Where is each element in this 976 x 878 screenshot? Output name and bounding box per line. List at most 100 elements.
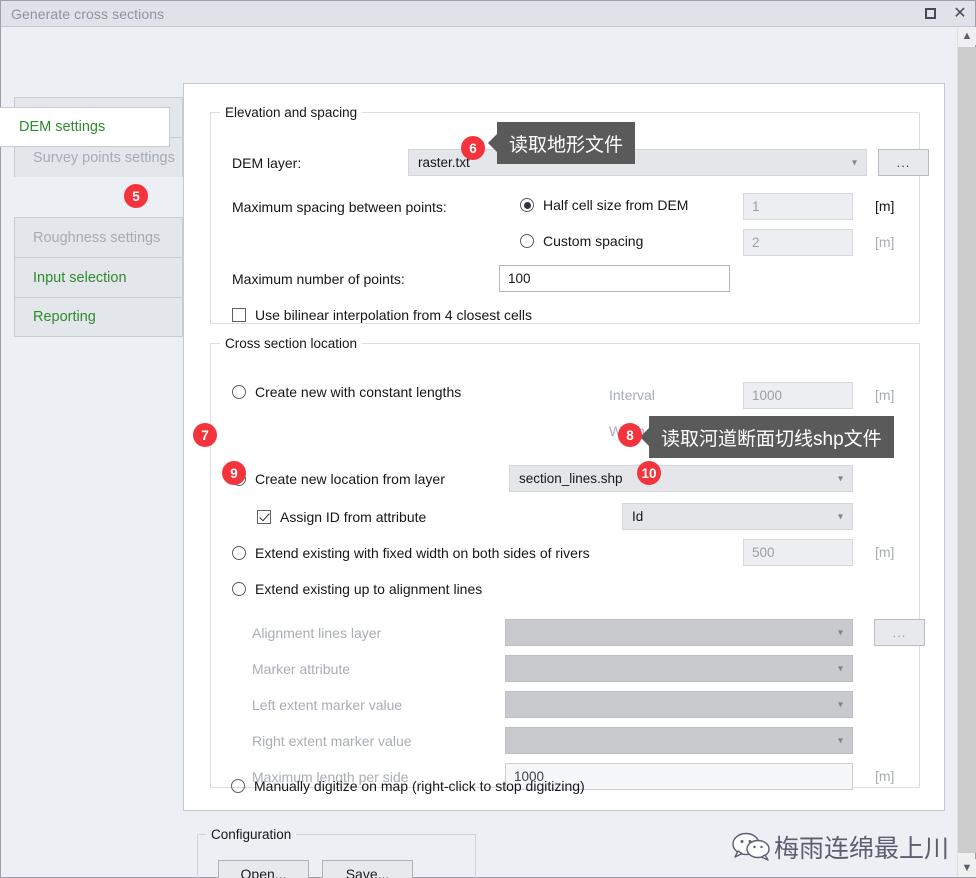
- bilinear-checkbox-row[interactable]: Use bilinear interpolation from 4 closes…: [232, 307, 532, 323]
- section-layer-value: section_lines.shp: [519, 471, 623, 486]
- extend-fixed-radio[interactable]: [232, 546, 246, 560]
- section-layer-tooltip-text: 读取河道断面切线shp文件: [661, 428, 882, 450]
- sidebar-selected-slot: [14, 177, 183, 217]
- alignment-layer-browse-button[interactable]: ...: [874, 619, 925, 646]
- save-label: Save...: [345, 865, 390, 878]
- manual-digitize-radio-row[interactable]: Manually digitize on map (right-click to…: [231, 778, 585, 794]
- chevron-down-icon: ▾: [837, 735, 843, 746]
- configuration-legend: Configuration: [211, 827, 292, 842]
- cross-section-location-group: Cross section location Create new with c…: [210, 336, 925, 790]
- alignment-layer-label: Alignment lines layer: [252, 625, 382, 641]
- half-cell-radio[interactable]: [520, 198, 534, 212]
- max-spacing-label: Maximum spacing between points:: [232, 199, 447, 215]
- id-attribute-combo[interactable]: Id ▾: [622, 503, 853, 530]
- marker-attribute-label: Marker attribute: [252, 661, 351, 677]
- sidebar-item-input-selection[interactable]: Input selection: [14, 257, 183, 297]
- dem-layer-browse-button[interactable]: ...: [878, 149, 929, 176]
- max-points-input[interactable]: 100: [499, 265, 730, 292]
- half-cell-value: 1: [752, 199, 760, 214]
- bilinear-checkbox[interactable]: [232, 308, 246, 322]
- vertical-scrollbar[interactable]: ▲ ▼: [957, 27, 976, 877]
- extend-alignment-radio-row[interactable]: Extend existing up to alignment lines: [232, 581, 482, 597]
- assign-id-checkbox[interactable]: [257, 510, 271, 524]
- dem-layer-tooltip: 读取地形文件: [497, 122, 636, 164]
- left-extent-label: Left extent marker value: [252, 697, 403, 713]
- extend-alignment-label: Extend existing up to alignment lines: [255, 581, 483, 597]
- interval-label: Interval: [609, 387, 655, 403]
- alignment-layer-combo[interactable]: ▾: [505, 619, 853, 646]
- constant-lengths-radio-row[interactable]: Create new with constant lengths: [232, 384, 461, 400]
- scroll-up-button[interactable]: ▲: [958, 27, 976, 45]
- chevron-down-icon: ▾: [837, 511, 843, 522]
- custom-spacing-value-input[interactable]: 2: [743, 229, 853, 256]
- sidebar-item-roughness-settings[interactable]: Roughness settings: [14, 217, 183, 257]
- sidebar-item-label: Input selection: [33, 269, 127, 286]
- half-cell-unit: [m]: [875, 198, 895, 214]
- sidebar-item-label: Roughness settings: [33, 229, 161, 246]
- wechat-watermark: 梅雨连绵最上川: [732, 829, 949, 865]
- extend-fixed-unit: [m]: [875, 544, 895, 560]
- section-layer-combo[interactable]: section_lines.shp ▾: [509, 465, 853, 492]
- badge-5: 5: [124, 184, 148, 208]
- badge-9: 9: [222, 461, 246, 485]
- interval-value: 1000: [752, 388, 783, 403]
- extend-fixed-radio-row[interactable]: Extend existing with fixed width on both…: [232, 545, 590, 561]
- custom-spacing-radio[interactable]: [520, 234, 534, 248]
- dialog-body: Method Survey points settings Roughness …: [0, 27, 975, 878]
- manual-digitize-label: Manually digitize on map (right-click to…: [254, 778, 585, 794]
- window-title: Generate cross sections: [11, 5, 165, 22]
- save-config-button[interactable]: Save...: [322, 860, 413, 878]
- sidebar-item-label: Reporting: [33, 309, 96, 325]
- interval-input[interactable]: 1000: [743, 382, 853, 409]
- sidebar-item-reporting[interactable]: Reporting: [14, 297, 183, 337]
- left-extent-combo[interactable]: ▾: [505, 691, 853, 718]
- max-points-label: Maximum number of points:: [232, 271, 405, 287]
- assign-id-checkbox-row[interactable]: Assign ID from attribute: [257, 509, 426, 525]
- open-config-button[interactable]: Open...: [218, 860, 309, 878]
- max-points-row: Maximum number of points:: [232, 271, 405, 287]
- chevron-down-icon: ▾: [837, 627, 843, 638]
- section-layer-tooltip: 读取河道断面切线shp文件: [649, 416, 894, 458]
- sidebar-item-label: Survey points settings: [33, 149, 175, 166]
- from-layer-radio-row[interactable]: Create new location from layer: [232, 471, 445, 487]
- chevron-down-icon: ▾: [837, 699, 843, 710]
- interval-unit: [m]: [875, 387, 895, 403]
- extend-fixed-value: 500: [752, 545, 775, 560]
- dem-layer-row: DEM layer:: [232, 155, 301, 171]
- extend-alignment-radio[interactable]: [232, 582, 246, 596]
- marker-attribute-combo[interactable]: ▾: [505, 655, 853, 682]
- chevron-down-icon: ▾: [837, 473, 843, 484]
- custom-spacing-radio-row[interactable]: Custom spacing: [520, 233, 643, 249]
- custom-spacing-label: Custom spacing: [543, 233, 644, 249]
- maximize-button[interactable]: [915, 1, 945, 27]
- browse-label: ...: [896, 155, 911, 170]
- half-cell-value-input: 1: [743, 193, 853, 220]
- scrollbar-thumb[interactable]: [958, 47, 976, 853]
- dem-layer-label: DEM layer:: [232, 155, 302, 171]
- bilinear-label: Use bilinear interpolation from 4 closes…: [255, 307, 533, 323]
- max-spacing-row: Maximum spacing between points:: [232, 199, 447, 215]
- constant-lengths-radio[interactable]: [232, 385, 246, 399]
- max-points-value: 100: [508, 271, 531, 286]
- badge-6: 6: [461, 136, 485, 160]
- generate-cross-sections-dialog: Generate cross sections ✕ Method Survey …: [0, 0, 976, 878]
- cross-section-group-legend: Cross section location: [225, 336, 358, 351]
- constant-lengths-label: Create new with constant lengths: [255, 384, 462, 400]
- wechat-icon: [732, 832, 770, 861]
- half-cell-radio-row[interactable]: Half cell size from DEM: [520, 197, 688, 213]
- max-length-unit: [m]: [875, 768, 895, 784]
- scroll-down-button[interactable]: ▼: [958, 859, 976, 877]
- right-extent-label: Right extent marker value: [252, 733, 412, 749]
- sidebar-item-dem-settings[interactable]: DEM settings: [0, 107, 170, 147]
- sidebar-item-label: DEM settings: [19, 119, 106, 135]
- extend-fixed-input[interactable]: 500: [743, 539, 853, 566]
- chevron-down-icon: ▾: [851, 157, 857, 168]
- dem-layer-value: raster.txt: [418, 155, 470, 170]
- close-button[interactable]: ✕: [945, 1, 975, 27]
- right-extent-combo[interactable]: ▾: [505, 727, 853, 754]
- elevation-group-legend: Elevation and spacing: [225, 105, 358, 120]
- custom-spacing-value: 2: [752, 235, 760, 250]
- badge-8: 8: [618, 423, 642, 447]
- watermark-text: 梅雨连绵最上川: [773, 834, 949, 863]
- manual-digitize-radio[interactable]: [231, 779, 245, 793]
